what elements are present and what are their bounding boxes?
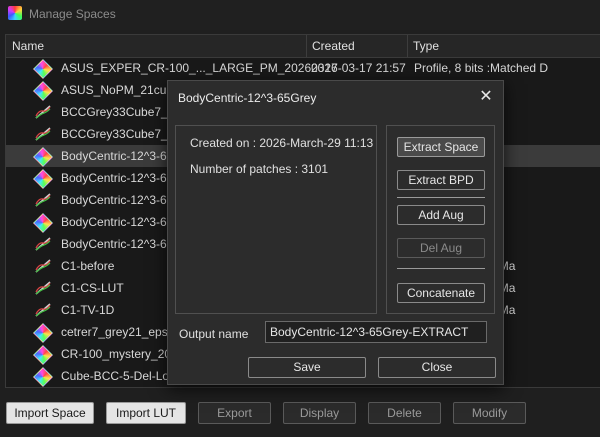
import-space-button[interactable]: Import Space [6, 402, 94, 424]
row-name: BCCGrey33Cube7_ST [61, 127, 184, 141]
row-type: Profile, 8 bits :Matched D [414, 61, 549, 75]
row-name: BodyCentric-12^3-6 [61, 193, 167, 207]
add-aug-button[interactable]: Add Aug [397, 205, 485, 225]
row-name: BodyCentric-12^3-6 [61, 237, 167, 251]
cube-icon [33, 345, 53, 365]
curve-icon [34, 104, 52, 120]
window-title: Manage Spaces [29, 7, 116, 21]
cube-icon [33, 147, 53, 167]
cube-icon [33, 169, 53, 189]
cube-icon [33, 213, 53, 233]
row-name: CR-100_mystery_202 [61, 347, 178, 361]
row-name: ASUS_NoPM_21cube [61, 83, 180, 97]
app-icon [8, 6, 22, 20]
export-button[interactable]: Export [198, 402, 271, 424]
table-row[interactable]: ASUS_EXPER_CR-100_..._LARGE_PM_20260317 2… [6, 57, 600, 79]
row-name: BodyCentric-12^3-6 [61, 215, 167, 229]
display-button[interactable]: Display [283, 402, 356, 424]
cube-icon [33, 59, 53, 79]
output-name-input[interactable] [265, 321, 487, 343]
extract-space-button[interactable]: Extract Space [397, 137, 485, 157]
patches-count-label: Number of patches : 3101 [190, 162, 329, 176]
save-button[interactable]: Save [248, 357, 366, 378]
table-header: Name Created Type [6, 35, 600, 58]
column-header-type[interactable]: Type [413, 39, 439, 53]
title-bar: Manage Spaces [0, 0, 600, 30]
curve-icon [34, 280, 52, 296]
space-details-dialog: BodyCentric-12^3-65Grey ✕ Created on : 2… [167, 80, 504, 385]
delete-button[interactable]: Delete [368, 402, 441, 424]
row-name: C1-TV-1D [61, 303, 115, 317]
output-name-label: Output name [179, 327, 249, 341]
row-name: ASUS_EXPER_CR-100_..._LARGE_PM_20260317 [61, 61, 338, 75]
curve-icon [34, 192, 52, 208]
row-name: BCCGrey33Cube7_ST [61, 105, 184, 119]
row-name: BodyCentric-12^3-6 [61, 171, 167, 185]
divider [397, 268, 485, 269]
close-icon[interactable]: ✕ [475, 86, 497, 108]
row-created: 2026-03-17 21:57 [311, 61, 406, 75]
action-buttons-panel: Extract Space Extract BPD Add Aug Del Au… [386, 125, 495, 314]
curve-icon [34, 126, 52, 142]
dialog-title: BodyCentric-12^3-65Grey [178, 91, 317, 105]
column-divider[interactable] [306, 35, 307, 57]
extract-bpd-button[interactable]: Extract BPD [397, 170, 485, 190]
close-button[interactable]: Close [378, 357, 496, 378]
modify-button[interactable]: Modify [453, 402, 526, 424]
cube-icon [33, 81, 53, 101]
curve-icon [34, 236, 52, 252]
curve-icon [34, 258, 52, 274]
curve-icon [34, 302, 52, 318]
row-name: C1-CS-LUT [61, 281, 124, 295]
row-name: BodyCentric-12^3-6 [61, 149, 167, 163]
import-lut-button[interactable]: Import LUT [106, 402, 186, 424]
row-name: cetrer7_grey21_epso [61, 325, 175, 339]
concatenate-button[interactable]: Concatenate [397, 283, 485, 303]
dialog-title-bar: BodyCentric-12^3-65Grey ✕ [168, 81, 503, 113]
row-name: Cube-BCC-5-Del-Lo [61, 369, 170, 383]
cube-icon [33, 367, 53, 387]
column-header-created[interactable]: Created [312, 39, 355, 53]
info-panel: Created on : 2026-March-29 11:13 Number … [175, 125, 377, 314]
divider [397, 197, 485, 198]
column-header-name[interactable]: Name [12, 39, 44, 53]
column-divider[interactable] [407, 35, 408, 57]
row-name: C1-before [61, 259, 115, 273]
del-aug-button[interactable]: Del Aug [397, 238, 485, 258]
cube-icon [33, 323, 53, 343]
created-on-label: Created on : 2026-March-29 11:13 [190, 136, 374, 150]
